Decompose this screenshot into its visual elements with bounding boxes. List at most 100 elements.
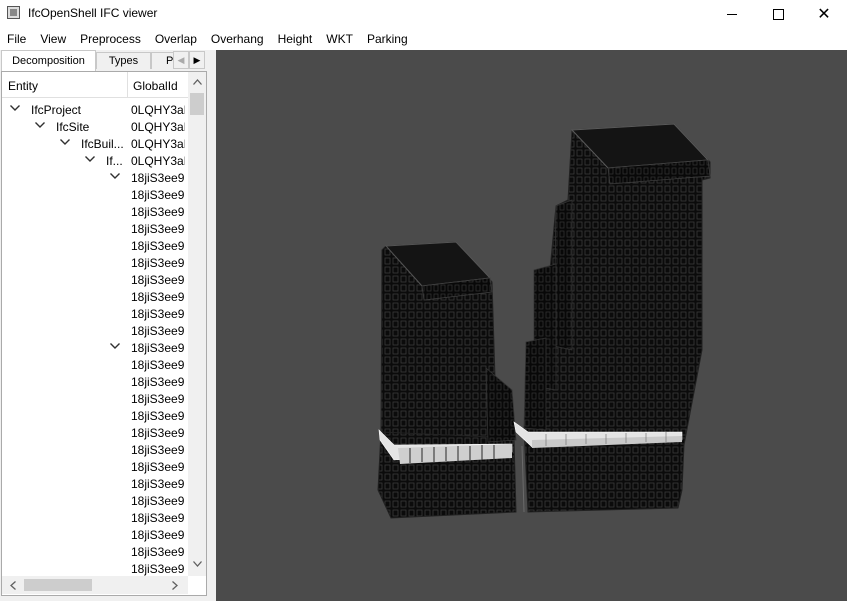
tree-row[interactable]: 18jiS3ee9C: [2, 509, 188, 526]
tab-types[interactable]: Types: [96, 52, 151, 69]
tree-header: Entity GlobalId: [2, 72, 188, 98]
tree-row-globalid: 18jiS3ee9C: [131, 562, 185, 576]
tree-row-globalid: 0LQHY3aM: [131, 120, 185, 134]
vertical-scroll-thumb[interactable]: [190, 93, 204, 115]
tree-row-globalid: 18jiS3ee9C: [131, 239, 185, 253]
close-button[interactable]: ✕: [801, 0, 847, 29]
vertical-scrollbar[interactable]: [188, 72, 206, 576]
maximize-button[interactable]: [755, 0, 801, 29]
app-icon: [7, 6, 20, 19]
column-divider[interactable]: [127, 72, 128, 97]
tab-scroll-right-button[interactable]: ▶: [189, 51, 205, 69]
menu-file[interactable]: File: [0, 29, 33, 50]
scroll-left-icon[interactable]: [4, 576, 22, 594]
tree-row[interactable]: 18jiS3ee9C: [2, 322, 188, 339]
tree-row[interactable]: 18jiS3ee9C: [2, 543, 188, 560]
tree-row[interactable]: IfcProject 0LQHY3aM: [2, 101, 188, 118]
tree-row-globalid: 0LQHY3aM: [131, 137, 185, 151]
tree-row[interactable]: 18jiS3ee9C: [2, 288, 188, 305]
tree-row-entity: IfcBuil...: [81, 137, 124, 151]
chevron-down-icon[interactable]: [9, 102, 21, 114]
tree-row[interactable]: 18jiS3ee9C: [2, 458, 188, 475]
menu-parking[interactable]: Parking: [360, 29, 415, 50]
menu-overlap[interactable]: Overlap: [148, 29, 204, 50]
chevron-down-icon[interactable]: [59, 136, 71, 148]
menu-height[interactable]: Height: [271, 29, 320, 50]
tree-row-globalid: 18jiS3ee9C: [131, 290, 185, 304]
tree-row[interactable]: IfcBuil... 0LQHY3aM: [2, 135, 188, 152]
tree-row[interactable]: 18jiS3ee9C: [2, 356, 188, 373]
menu-bar: File View Preprocess Overlap Overhang He…: [0, 29, 847, 50]
tree-row[interactable]: 18jiS3ee9C: [2, 254, 188, 271]
chevron-down-icon[interactable]: [84, 153, 96, 165]
title-bar: IfcOpenShell IFC viewer ✕: [0, 0, 847, 29]
tree-row[interactable]: 18jiS3ee9C: [2, 441, 188, 458]
tree-row[interactable]: 18jiS3ee9C: [2, 169, 188, 186]
tree-row-globalid: 18jiS3ee9C: [131, 171, 185, 185]
tree-row[interactable]: If... 0LQHY3aM: [2, 152, 188, 169]
tree-row-globalid: 18jiS3ee9C: [131, 222, 185, 236]
tree-row-globalid: 18jiS3ee9C: [131, 511, 185, 525]
chevron-down-icon[interactable]: [109, 340, 121, 352]
menu-overhang[interactable]: Overhang: [204, 29, 271, 50]
tree-row-globalid: 18jiS3ee9C: [131, 528, 185, 542]
tree-row[interactable]: 18jiS3ee9C: [2, 492, 188, 509]
column-header-globalid[interactable]: GlobalId: [133, 79, 178, 93]
scroll-right-icon[interactable]: [166, 576, 184, 594]
tree-row-globalid: 18jiS3ee9C: [131, 409, 185, 423]
scroll-up-icon[interactable]: [188, 74, 206, 90]
tab-bar: Types P Decomposition ◀ ▶: [0, 50, 210, 71]
horizontal-scroll-thumb[interactable]: [24, 579, 92, 591]
tree-row-entity: If...: [106, 154, 123, 168]
tree-row[interactable]: 18jiS3ee9C: [2, 305, 188, 322]
minimize-button[interactable]: [709, 0, 755, 29]
horizontal-scrollbar[interactable]: [2, 576, 188, 594]
tree-row-globalid: 18jiS3ee9C: [131, 205, 185, 219]
tree-row[interactable]: 18jiS3ee9C: [2, 373, 188, 390]
tree-row-entity: IfcProject: [31, 103, 82, 117]
tree-row[interactable]: 18jiS3ee9C: [2, 407, 188, 424]
menu-wkt[interactable]: WKT: [319, 29, 360, 50]
left-panel: Types P Decomposition ◀ ▶ Entity GlobalI…: [0, 50, 210, 601]
tree-row-globalid: 18jiS3ee9C: [131, 324, 185, 338]
tree-row[interactable]: 18jiS3ee9C: [2, 424, 188, 441]
tree-row[interactable]: 18jiS3ee9C: [2, 390, 188, 407]
tree-row-entity: IfcSite: [56, 120, 90, 134]
tree-row[interactable]: 18jiS3ee9C: [2, 339, 188, 356]
tree-row[interactable]: 18jiS3ee9C: [2, 475, 188, 492]
chevron-down-icon[interactable]: [109, 170, 121, 182]
tree-row-globalid: 18jiS3ee9C: [131, 341, 185, 355]
tab-scroll-buttons: ◀ ▶: [173, 51, 207, 69]
tree-row[interactable]: 18jiS3ee9C: [2, 186, 188, 203]
tree-row-globalid: 18jiS3ee9C: [131, 375, 185, 389]
tab-scroll-left-button[interactable]: ◀: [173, 51, 189, 69]
tree-row-globalid: 18jiS3ee9C: [131, 307, 185, 321]
tree-row[interactable]: 18jiS3ee9C: [2, 560, 188, 576]
tree-row-globalid: 18jiS3ee9C: [131, 426, 185, 440]
menu-view[interactable]: View: [33, 29, 73, 50]
tree-row[interactable]: 18jiS3ee9C: [2, 220, 188, 237]
tree-row-globalid: 18jiS3ee9C: [131, 494, 185, 508]
right-tower: [513, 123, 711, 513]
tree-row[interactable]: 18jiS3ee9C: [2, 237, 188, 254]
column-header-entity[interactable]: Entity: [8, 79, 38, 93]
tree-row-globalid: 18jiS3ee9C: [131, 358, 185, 372]
chevron-down-icon[interactable]: [34, 119, 46, 131]
3d-viewport[interactable]: [216, 50, 847, 601]
scroll-down-icon[interactable]: [188, 556, 206, 572]
tree-row[interactable]: 18jiS3ee9C: [2, 203, 188, 220]
maximize-icon: [772, 9, 784, 20]
tree-row[interactable]: IfcSite 0LQHY3aM: [2, 118, 188, 135]
menu-preprocess[interactable]: Preprocess: [73, 29, 148, 50]
tree-row[interactable]: 18jiS3ee9C: [2, 271, 188, 288]
building-model-render: [377, 123, 711, 519]
tree-row-globalid: 0LQHY3aM: [131, 154, 185, 168]
left-tower: [377, 241, 517, 519]
window-title: IfcOpenShell IFC viewer: [28, 6, 158, 20]
decomposition-tree[interactable]: Entity GlobalId IfcProject0LQHY3aMIfcSit…: [1, 71, 207, 596]
tree-row-globalid: 18jiS3ee9C: [131, 188, 185, 202]
tree-row-globalid: 18jiS3ee9C: [131, 443, 185, 457]
tree-row[interactable]: 18jiS3ee9C: [2, 526, 188, 543]
tree-row-globalid: 18jiS3ee9C: [131, 392, 185, 406]
tab-decomposition[interactable]: Decomposition: [1, 50, 96, 71]
